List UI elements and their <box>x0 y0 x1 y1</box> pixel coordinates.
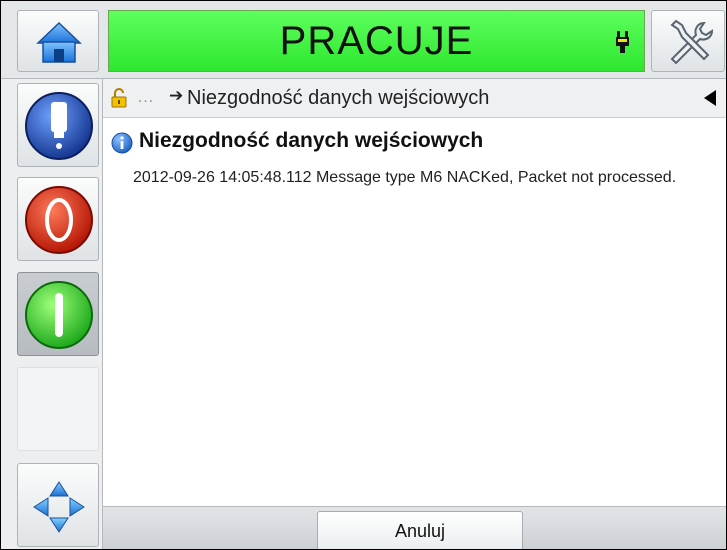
breadcrumb-arrow: ➔ <box>169 86 184 105</box>
bottom-bar: Anuluj <box>103 506 726 549</box>
breadcrumb-ellipsis[interactable]: … <box>137 87 154 107</box>
top-bar: PRACUJE <box>1 1 726 79</box>
navigate-button[interactable] <box>17 463 99 547</box>
four-way-arrows-icon <box>33 481 85 533</box>
sidebar <box>1 79 103 549</box>
info-icon <box>111 132 133 154</box>
cancel-button[interactable]: Anuluj <box>317 511 523 549</box>
status-banner[interactable]: PRACUJE <box>108 10 645 72</box>
stop-button[interactable] <box>17 177 99 261</box>
breadcrumb: … ➔ Niezgodność danych wejściowych <box>103 79 726 118</box>
message-title: Niezgodność danych wejściowych <box>139 129 484 152</box>
message-panel: Niezgodność danych wejściowych 2012-09-2… <box>103 118 726 505</box>
start-button[interactable] <box>17 272 99 356</box>
stop-icon <box>25 186 93 254</box>
back-triangle-icon[interactable] <box>704 90 716 106</box>
app-window: PRACUJE … ➔ Niezgodność danych wejściowy… <box>0 0 727 550</box>
message-body: 2012-09-26 14:05:48.112 Message type M6 … <box>133 169 677 186</box>
sidebar-empty-slot <box>17 367 99 451</box>
ink-supply-button[interactable] <box>17 83 99 167</box>
tools-button[interactable] <box>651 10 725 72</box>
home-button[interactable] <box>17 10 99 72</box>
start-icon <box>25 281 93 349</box>
home-icon <box>36 21 82 63</box>
breadcrumb-current: Niezgodność danych wejściowych <box>187 87 490 109</box>
status-text: PRACUJE <box>279 18 474 63</box>
ink-bottle-icon <box>25 92 93 160</box>
wrench-screwdriver-icon <box>670 19 714 65</box>
open-lock-icon <box>111 88 127 108</box>
plug-icon <box>616 31 629 53</box>
